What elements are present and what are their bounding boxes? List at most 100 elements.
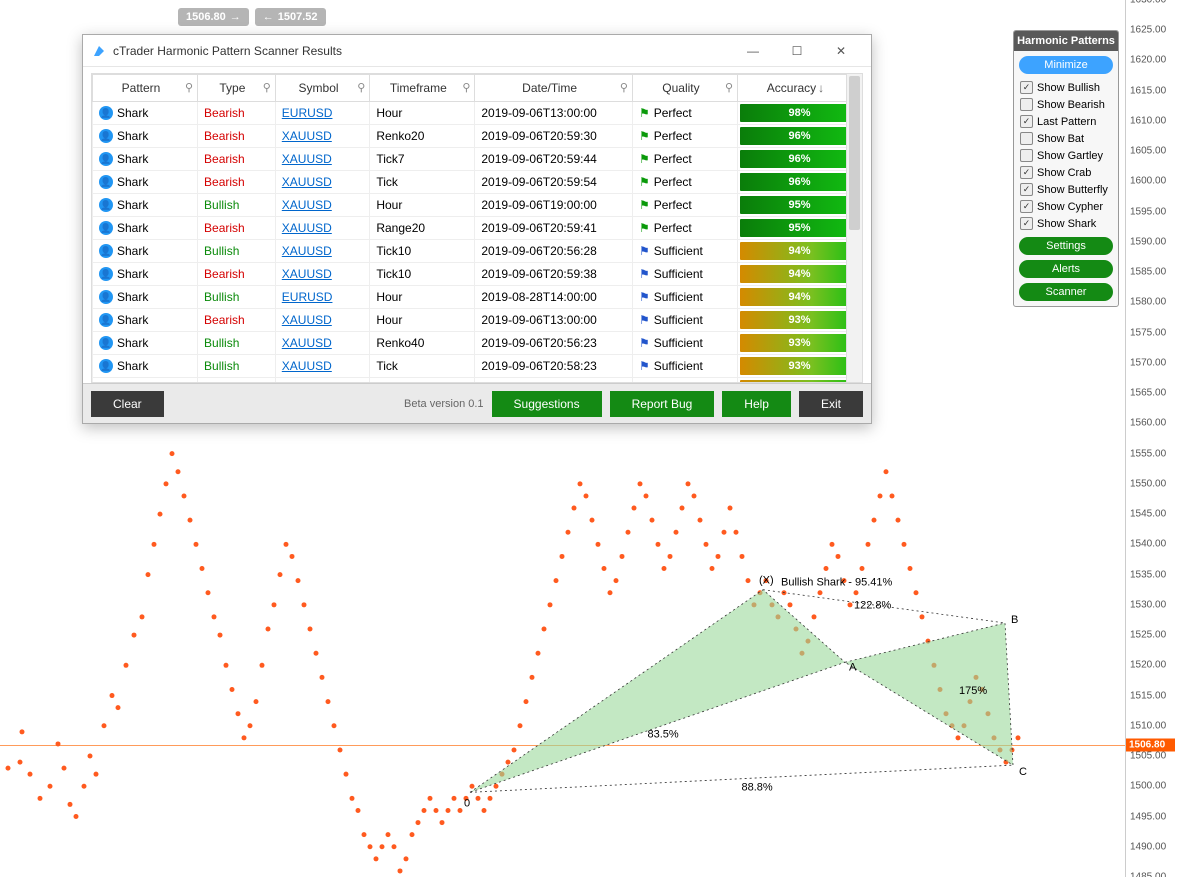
filter-icon[interactable]: ⚲ xyxy=(725,81,733,94)
symbol-link[interactable]: XAUUSD xyxy=(282,382,332,383)
filter-icon[interactable]: ⚲ xyxy=(357,81,365,94)
panel-option[interactable]: Show Bearish xyxy=(1014,96,1118,113)
price-axis: 1630.001625.001620.001615.001610.001605.… xyxy=(1125,0,1177,877)
datetime-cell: 2019-09-06T20:59:30 xyxy=(475,125,633,148)
panel-option[interactable]: Show Butterfly xyxy=(1014,181,1118,198)
price-badge-right[interactable]: ←1507.52 xyxy=(255,8,326,26)
exit-button[interactable]: Exit xyxy=(799,391,863,417)
user-icon: 👤 xyxy=(99,106,113,120)
panel-option[interactable]: Show Crab xyxy=(1014,164,1118,181)
col-symbol[interactable]: Symbol⚲ xyxy=(275,75,370,102)
help-button[interactable]: Help xyxy=(722,391,791,417)
timeframe-cell: Tick xyxy=(370,355,475,378)
axis-tick: 1630.00 xyxy=(1130,0,1166,6)
col-timeframe[interactable]: Timeframe⚲ xyxy=(370,75,475,102)
filter-icon[interactable]: ⚲ xyxy=(263,81,271,94)
col-quality[interactable]: Quality⚲ xyxy=(632,75,737,102)
table-row[interactable]: 👤SharkBullishXAUUSDHour2019-09-06T19:00:… xyxy=(93,194,862,217)
timeframe-cell: Hour xyxy=(370,309,475,332)
col-date-time[interactable]: Date/Time⚲ xyxy=(475,75,633,102)
scroll-thumb[interactable] xyxy=(849,76,860,230)
checkbox-icon[interactable] xyxy=(1020,98,1033,111)
panel-option[interactable]: Show Cypher xyxy=(1014,198,1118,215)
panel-option[interactable]: Last Pattern xyxy=(1014,113,1118,130)
quality-label: Sufficient xyxy=(654,244,703,258)
table-row[interactable]: 👤SharkBearishEURUSDHour2019-09-06T13:00:… xyxy=(93,102,862,125)
axis-tick: 1620.00 xyxy=(1130,55,1166,66)
table-row[interactable]: 👤SharkBearishXAUUSDTick102019-09-06T20:5… xyxy=(93,263,862,286)
checkbox-icon[interactable] xyxy=(1020,183,1033,196)
symbol-link[interactable]: XAUUSD xyxy=(282,129,332,143)
table-row[interactable]: 👤SharkBullishXAUUSDRange202019-09-06T20:… xyxy=(93,378,862,384)
titlebar[interactable]: cTrader Harmonic Pattern Scanner Results… xyxy=(83,35,871,67)
table-row[interactable]: 👤SharkBearishXAUUSDRange202019-09-06T20:… xyxy=(93,217,862,240)
checkbox-icon[interactable] xyxy=(1020,132,1033,145)
scanner-button[interactable]: Scanner xyxy=(1019,283,1113,301)
accuracy-bar: 98% xyxy=(740,104,859,122)
window-minimize-icon[interactable]: — xyxy=(731,35,775,67)
symbol-link[interactable]: XAUUSD xyxy=(282,198,332,212)
checkbox-icon[interactable] xyxy=(1020,200,1033,213)
checkbox-icon[interactable] xyxy=(1020,149,1033,162)
price-chart[interactable]: 0(X)ABCBullish Shark - 95.41%83.5%122.8%… xyxy=(0,430,1125,877)
panel-option[interactable]: Show Bullish xyxy=(1014,79,1118,96)
pattern-name: Shark xyxy=(117,290,148,304)
symbol-link[interactable]: XAUUSD xyxy=(282,244,332,258)
scrollbar[interactable] xyxy=(846,74,862,382)
table-row[interactable]: 👤SharkBullishXAUUSDRenko402019-09-06T20:… xyxy=(93,332,862,355)
axis-tick: 1515.00 xyxy=(1130,690,1166,701)
col-accuracy[interactable]: Accuracy↓⚲ xyxy=(738,75,862,102)
table-row[interactable]: 👤SharkBearishXAUUSDTick72019-09-06T20:59… xyxy=(93,148,862,171)
symbol-link[interactable]: EURUSD xyxy=(282,290,333,304)
flag-icon: ⚑ xyxy=(639,290,650,304)
panel-option[interactable]: Show Shark xyxy=(1014,215,1118,232)
axis-tick: 1580.00 xyxy=(1130,297,1166,308)
suggestions-button[interactable]: Suggestions xyxy=(492,391,602,417)
panel-option[interactable]: Show Gartley xyxy=(1014,147,1118,164)
settings-button[interactable]: Settings xyxy=(1019,237,1113,255)
datetime-cell: 2019-09-06T13:00:00 xyxy=(475,309,633,332)
table-row[interactable]: 👤SharkBearishXAUUSDRenko202019-09-06T20:… xyxy=(93,125,862,148)
table-row[interactable]: 👤SharkBearishXAUUSDTick2019-09-06T20:59:… xyxy=(93,171,862,194)
symbol-link[interactable]: XAUUSD xyxy=(282,359,332,373)
axis-tick: 1535.00 xyxy=(1130,569,1166,580)
symbol-link[interactable]: XAUUSD xyxy=(282,221,332,235)
option-label: Show Bearish xyxy=(1037,99,1105,111)
col-pattern[interactable]: Pattern⚲ xyxy=(93,75,198,102)
filter-icon[interactable]: ⚲ xyxy=(620,81,628,94)
filter-icon[interactable]: ⚲ xyxy=(462,81,470,94)
table-row[interactable]: 👤SharkBullishXAUUSDTick102019-09-06T20:5… xyxy=(93,240,862,263)
report-bug-button[interactable]: Report Bug xyxy=(610,391,715,417)
symbol-link[interactable]: XAUUSD xyxy=(282,175,332,189)
type-cell: Bearish xyxy=(198,309,276,332)
symbol-link[interactable]: XAUUSD xyxy=(282,336,332,350)
filter-icon[interactable]: ⚲ xyxy=(185,81,193,94)
clear-button[interactable]: Clear xyxy=(91,391,164,417)
price-badge-left[interactable]: 1506.80→ xyxy=(178,8,249,26)
checkbox-icon[interactable] xyxy=(1020,166,1033,179)
datetime-cell: 2019-09-06T20:56:28 xyxy=(475,240,633,263)
checkbox-icon[interactable] xyxy=(1020,217,1033,230)
axis-tick: 1540.00 xyxy=(1130,539,1166,550)
table-row[interactable]: 👤SharkBullishEURUSDHour2019-08-28T14:00:… xyxy=(93,286,862,309)
minimize-button[interactable]: Minimize xyxy=(1019,56,1113,74)
alerts-button[interactable]: Alerts xyxy=(1019,260,1113,278)
pattern-name: Shark xyxy=(117,106,148,120)
axis-tick: 1545.00 xyxy=(1130,509,1166,520)
window-maximize-icon[interactable]: ☐ xyxy=(775,35,819,67)
symbol-link[interactable]: EURUSD xyxy=(282,106,333,120)
symbol-link[interactable]: XAUUSD xyxy=(282,267,332,281)
checkbox-icon[interactable] xyxy=(1020,81,1033,94)
symbol-link[interactable]: XAUUSD xyxy=(282,152,332,166)
timeframe-cell: Range20 xyxy=(370,378,475,384)
table-row[interactable]: 👤SharkBullishXAUUSDTick2019-09-06T20:58:… xyxy=(93,355,862,378)
axis-tick: 1575.00 xyxy=(1130,327,1166,338)
checkbox-icon[interactable] xyxy=(1020,115,1033,128)
panel-option[interactable]: Show Bat xyxy=(1014,130,1118,147)
quality-label: Sufficient xyxy=(654,336,703,350)
symbol-link[interactable]: XAUUSD xyxy=(282,313,332,327)
table-row[interactable]: 👤SharkBearishXAUUSDHour2019-09-06T13:00:… xyxy=(93,309,862,332)
axis-tick: 1510.00 xyxy=(1130,720,1166,731)
col-type[interactable]: Type⚲ xyxy=(198,75,276,102)
window-close-icon[interactable]: ✕ xyxy=(819,35,863,67)
